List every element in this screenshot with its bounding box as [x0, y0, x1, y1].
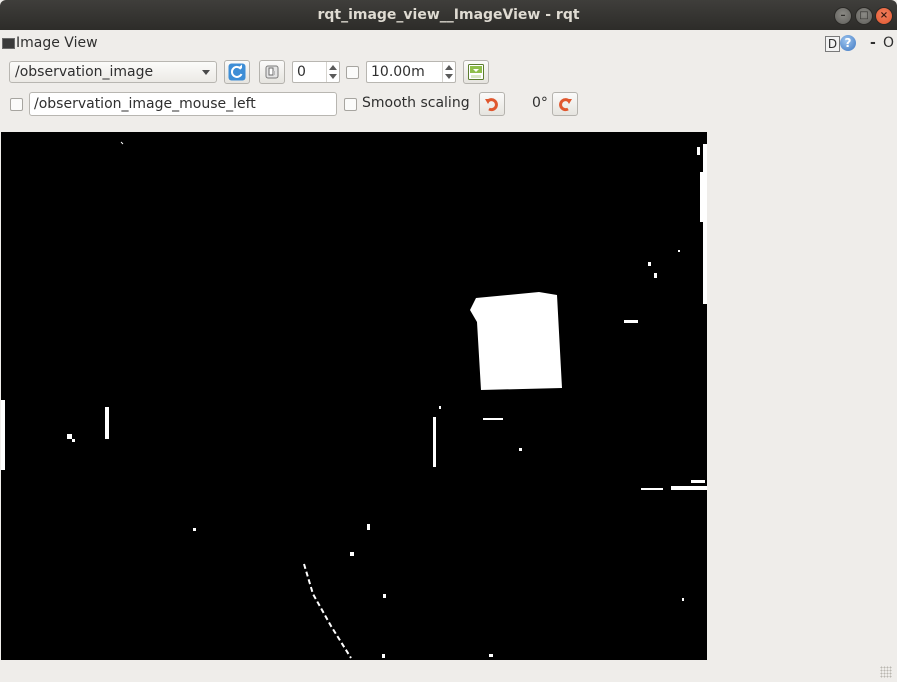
window-titlebar[interactable]: rqt_image_view__ImageView - rqt – □ ×	[0, 0, 897, 30]
panel-float-button[interactable]: O	[883, 35, 894, 51]
spinbox-divider	[442, 62, 443, 82]
resize-grip[interactable]	[880, 666, 892, 678]
mouse-topic-checkbox[interactable]	[10, 98, 23, 111]
spin-down-icon[interactable]	[445, 74, 453, 79]
save-icon	[468, 64, 484, 80]
smooth-scaling-checkbox[interactable]	[344, 98, 357, 111]
panel-icon	[2, 38, 15, 49]
duration-spinbox-value: 10.00m	[371, 64, 425, 80]
observation-image	[1, 132, 707, 660]
rotate-right-icon	[559, 98, 572, 112]
save-image-button[interactable]	[463, 60, 489, 84]
refresh-icon	[228, 63, 246, 81]
mouse-topic-input-value: /observation_image_mouse_left	[34, 96, 256, 112]
minimize-window-button[interactable]: –	[834, 7, 852, 25]
spinbox-divider	[326, 62, 327, 82]
close-window-button[interactable]: ×	[875, 7, 893, 25]
panel-minimize-button[interactable]: -	[870, 35, 876, 51]
number-spinbox-value: 0	[297, 64, 306, 80]
spin-up-icon[interactable]	[329, 65, 337, 70]
zoom-fit-button[interactable]	[259, 60, 285, 84]
image-display[interactable]	[1, 132, 707, 660]
mouse-topic-input[interactable]: /observation_image_mouse_left	[29, 92, 337, 116]
rotate-right-button[interactable]	[552, 92, 578, 116]
help-icon[interactable]: ?	[840, 35, 856, 51]
number-spinbox[interactable]: 0	[292, 61, 340, 83]
maximize-window-button[interactable]: □	[855, 7, 873, 25]
refresh-topics-button[interactable]	[224, 60, 250, 84]
chevron-down-icon	[202, 70, 210, 75]
duration-spinbox[interactable]: 10.00m	[366, 61, 456, 83]
window-title: rqt_image_view__ImageView - rqt	[317, 7, 580, 23]
panel-header: Image View D ? - O	[0, 31, 897, 55]
panel-title: Image View	[16, 35, 98, 51]
panel-d-button[interactable]: D	[825, 36, 840, 52]
spin-down-icon[interactable]	[329, 74, 337, 79]
spin-up-icon[interactable]	[445, 65, 453, 70]
topic-select[interactable]: /observation_image	[9, 61, 217, 83]
zoom-fit-icon	[265, 65, 279, 79]
rotation-angle-label: 0°	[532, 95, 548, 111]
rotate-left-button[interactable]	[479, 92, 505, 116]
smooth-scaling-label: Smooth scaling	[362, 95, 470, 111]
rotate-left-icon	[485, 98, 498, 112]
topic-select-value: /observation_image	[15, 64, 154, 80]
duration-checkbox[interactable]	[346, 66, 359, 79]
